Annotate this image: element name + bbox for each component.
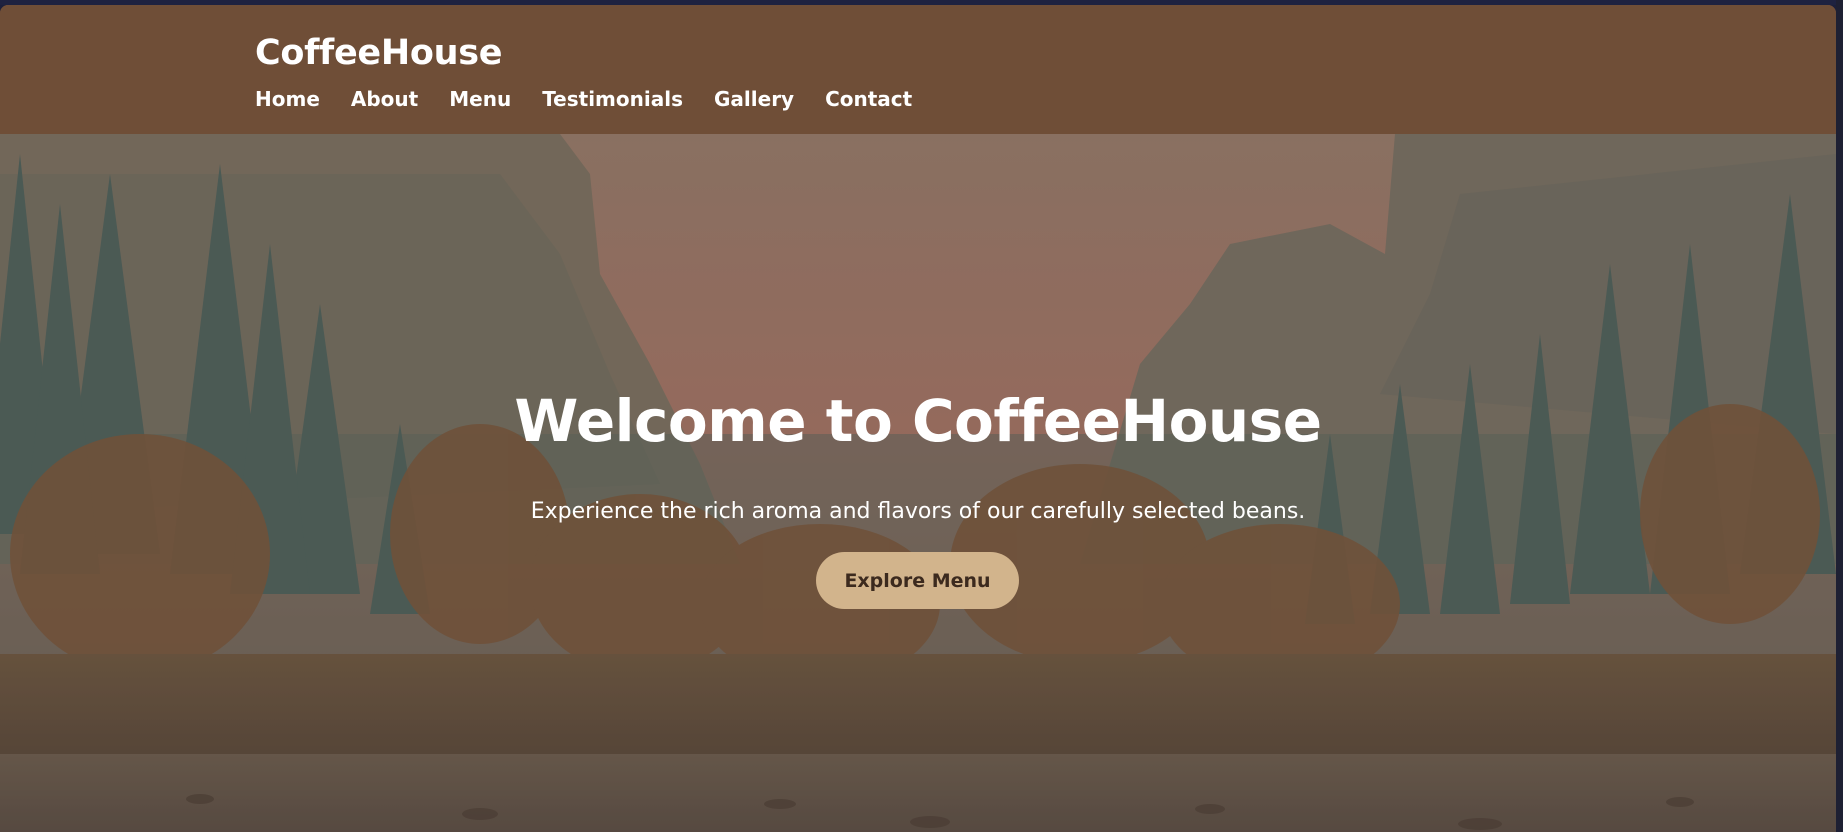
site-header: CoffeeHouse Home About Menu Testimonials… xyxy=(0,5,1836,134)
nav-link-menu[interactable]: Menu xyxy=(449,87,511,111)
hero-title: Welcome to CoffeeHouse xyxy=(514,387,1322,455)
hero-section: Welcome to CoffeeHouse Experience the ri… xyxy=(0,134,1836,832)
nav-link-about[interactable]: About xyxy=(351,87,418,111)
nav-link-home[interactable]: Home xyxy=(255,87,320,111)
explore-menu-button[interactable]: Explore Menu xyxy=(816,552,1019,609)
page-viewport: CoffeeHouse Home About Menu Testimonials… xyxy=(0,5,1836,832)
hero-subtitle: Experience the rich aroma and flavors of… xyxy=(530,499,1306,524)
site-logo[interactable]: CoffeeHouse xyxy=(255,33,502,73)
main-nav: Home About Menu Testimonials Gallery Con… xyxy=(255,87,912,111)
nav-link-testimonials[interactable]: Testimonials xyxy=(542,87,683,111)
hero-content: Welcome to CoffeeHouse Experience the ri… xyxy=(0,134,1836,832)
window-right-edge xyxy=(1836,0,1843,832)
nav-link-contact[interactable]: Contact xyxy=(825,87,912,111)
nav-link-gallery[interactable]: Gallery xyxy=(714,87,794,111)
